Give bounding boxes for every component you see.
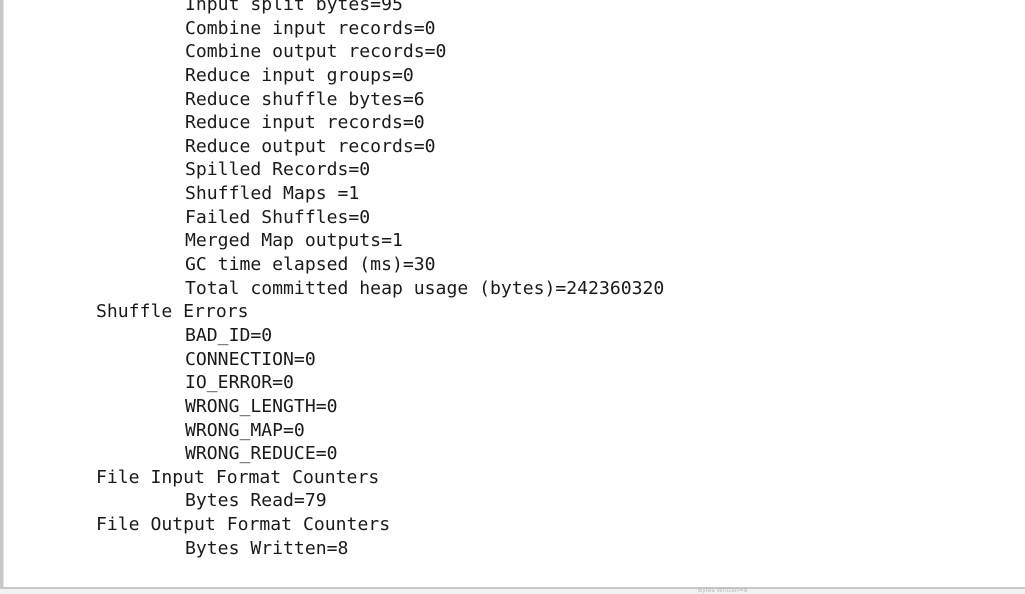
terminal-line: Reduce input groups=0 bbox=[185, 64, 414, 86]
terminal-line: Reduce shuffle bytes=6 bbox=[185, 88, 425, 110]
terminal-line: Bytes Written=8 bbox=[185, 537, 349, 559]
terminal-line: Bytes Read=79 bbox=[185, 490, 327, 512]
bottom-ghost-text: Bytes Written=8 bbox=[698, 587, 748, 594]
window-bottom-strip bbox=[0, 589, 1025, 594]
terminal-output[interactable]: Input split bytes=95 Combine input record… bbox=[96, 0, 664, 560]
terminal-line: GC time elapsed (ms)=30 bbox=[185, 254, 436, 276]
terminal-line: Shuffle Errors bbox=[96, 301, 249, 323]
terminal-line: Total committed heap usage (bytes)=24236… bbox=[185, 277, 665, 299]
terminal-line: Merged Map outputs=1 bbox=[185, 230, 403, 252]
window-left-border bbox=[0, 0, 4, 590]
terminal-line: BAD_ID=0 bbox=[185, 324, 273, 346]
terminal-line: Combine output records=0 bbox=[185, 41, 447, 63]
terminal-line: CONNECTION=0 bbox=[185, 348, 316, 370]
terminal-window: Input split bytes=95 Combine input record… bbox=[0, 0, 1025, 594]
terminal-line: WRONG_REDUCE=0 bbox=[185, 443, 338, 465]
terminal-line: Reduce output records=0 bbox=[185, 135, 436, 157]
terminal-line: Shuffled Maps =1 bbox=[185, 183, 360, 205]
terminal-line: Input split bytes=95 bbox=[185, 0, 403, 15]
terminal-line: Spilled Records=0 bbox=[185, 159, 371, 181]
terminal-line: Combine input records=0 bbox=[185, 17, 436, 39]
terminal-line: IO_ERROR=0 bbox=[185, 372, 294, 394]
terminal-line: File Output Format Counters bbox=[96, 514, 391, 536]
terminal-line: WRONG_MAP=0 bbox=[185, 419, 305, 441]
terminal-line: File Input Format Counters bbox=[96, 466, 380, 488]
terminal-line: Reduce input records=0 bbox=[185, 112, 425, 134]
terminal-line: WRONG_LENGTH=0 bbox=[185, 395, 338, 417]
terminal-line: Failed Shuffles=0 bbox=[185, 206, 371, 228]
